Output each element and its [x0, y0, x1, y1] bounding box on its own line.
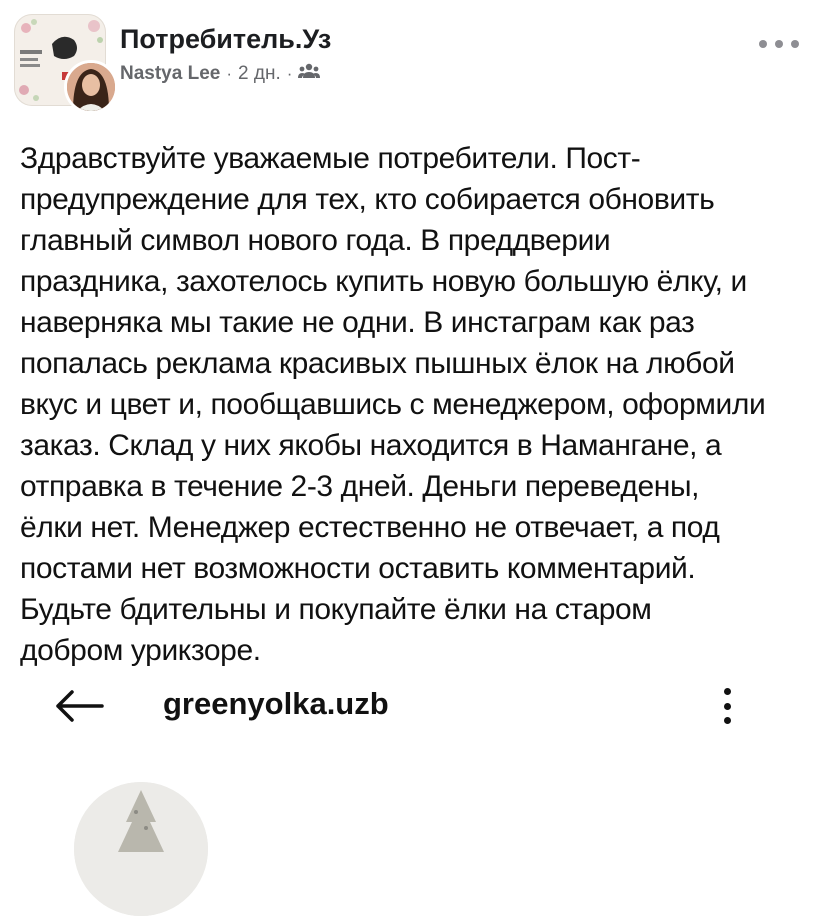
post-body: Здравствуйте уважаемые потребители. Пост…: [20, 142, 766, 667]
author-avatar-photo: [67, 63, 115, 111]
more-vertical-icon: [720, 688, 734, 724]
meta-separator: ·: [226, 64, 233, 83]
instagram-profile-avatar: [74, 782, 208, 916]
author-name[interactable]: Nastya Lee: [120, 63, 220, 85]
meta-separator: ·: [286, 64, 293, 83]
more-horizontal-icon[interactable]: [759, 36, 799, 52]
arrow-left-icon: [52, 686, 104, 726]
post-time[interactable]: 2 дн.: [238, 63, 281, 85]
author-avatar[interactable]: [64, 60, 118, 114]
post-meta: Nastya Lee · 2 дн. ·: [120, 63, 321, 85]
instagram-account-name: greenyolka.uzb: [163, 686, 389, 721]
tree-photo: [74, 782, 208, 916]
post-header: Потребитель.Уз Nastya Lee · 2 дн. ·: [0, 0, 813, 120]
group-icon: [298, 63, 321, 85]
group-name[interactable]: Потребитель.Уз: [120, 24, 331, 55]
